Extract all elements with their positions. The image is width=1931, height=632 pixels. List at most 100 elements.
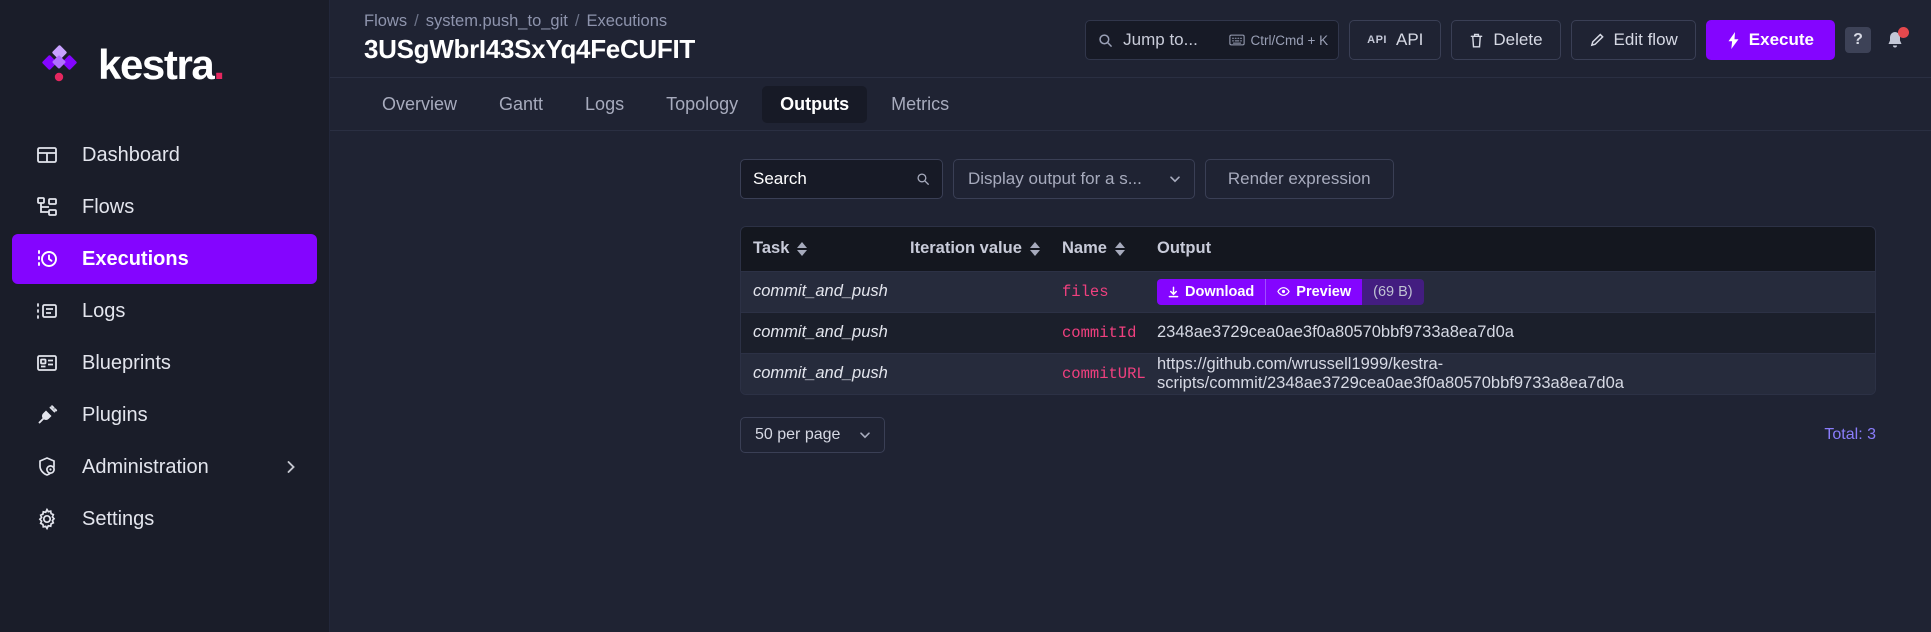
search-icon: [916, 172, 930, 186]
sidebar-item-label: Plugins: [82, 404, 317, 427]
sidebar-item-settings[interactable]: Settings: [12, 494, 317, 544]
sidebar-item-label: Logs: [82, 300, 317, 323]
table-row[interactable]: commit_and_push commitURL https://github…: [741, 353, 1875, 394]
lightning-icon: [1727, 32, 1740, 49]
cell-name: commitURL: [1050, 353, 1145, 394]
cell-output: https://github.com/wrussell1999/kestra-s…: [1145, 353, 1875, 394]
cell-iteration-value: [898, 312, 1050, 353]
chevron-down-icon: [1168, 172, 1182, 186]
column-header-iteration-value-label: Iteration value: [910, 239, 1022, 258]
app-root: kestra. Dashboard Flows: [0, 0, 1931, 632]
title-block: Flows / system.push_to_git / Executions …: [364, 8, 695, 65]
cell-iteration-value: [898, 271, 1050, 312]
table-header-row: Task Iteration value Name: [741, 227, 1875, 271]
total-count-label: Total: 3: [1824, 426, 1876, 444]
delete-button[interactable]: Delete: [1451, 20, 1560, 60]
outputs-table: Task Iteration value Name: [740, 226, 1876, 395]
sort-icon[interactable]: [797, 242, 807, 256]
brand-logo[interactable]: kestra.: [0, 30, 329, 100]
tab-metrics[interactable]: Metrics: [873, 86, 967, 123]
file-size-label: (69 B): [1362, 279, 1424, 305]
column-header-task[interactable]: Task: [741, 227, 898, 271]
render-expression-button[interactable]: Render expression: [1205, 159, 1394, 199]
eye-icon: [1277, 286, 1290, 297]
cell-task: commit_and_push: [741, 271, 898, 312]
execute-button[interactable]: Execute: [1706, 20, 1835, 60]
table-row[interactable]: commit_and_push files: [741, 271, 1875, 312]
download-button[interactable]: Download: [1157, 279, 1266, 305]
sidebar-item-administration[interactable]: Administration: [12, 442, 317, 492]
breadcrumb-separator: /: [575, 12, 580, 31]
sidebar-item-label: Administration: [82, 456, 261, 479]
sidebar-item-executions[interactable]: Executions: [12, 234, 317, 284]
search-icon: [1098, 33, 1113, 48]
preview-button[interactable]: Preview: [1266, 279, 1362, 305]
per-page-select[interactable]: 50 per page: [740, 417, 885, 453]
sidebar-item-dashboard[interactable]: Dashboard: [12, 130, 317, 180]
main-area: Flows / system.push_to_git / Executions …: [330, 0, 1931, 632]
flows-icon: [34, 194, 60, 220]
cell-task: commit_and_push: [741, 353, 898, 394]
shortcut-text: Ctrl/Cmd + K: [1251, 33, 1329, 48]
plugins-icon: [34, 402, 60, 428]
breadcrumb-item-flow[interactable]: system.push_to_git: [426, 12, 568, 31]
display-output-select[interactable]: Display output for a s...: [953, 159, 1195, 199]
pencil-icon: [1589, 32, 1605, 48]
notifications-button[interactable]: [1881, 26, 1909, 54]
column-header-iteration-value[interactable]: Iteration value: [898, 227, 1050, 271]
tab-outputs[interactable]: Outputs: [762, 86, 867, 123]
top-bar-actions: Jump to... Ctrl/Cmd + K API API: [1085, 8, 1909, 60]
brand-dot: .: [213, 41, 223, 88]
logs-icon: [34, 298, 60, 324]
table-footer: 50 per page Total: 3: [740, 417, 1876, 453]
settings-gear-icon: [34, 506, 60, 532]
tab-topology[interactable]: Topology: [648, 86, 756, 123]
jump-to-shortcut: Ctrl/Cmd + K: [1229, 33, 1329, 48]
tab-overview[interactable]: Overview: [364, 86, 475, 123]
api-button[interactable]: API API: [1349, 20, 1441, 60]
column-header-output: Output: [1145, 227, 1875, 271]
breadcrumb-item-flows[interactable]: Flows: [364, 12, 407, 31]
brand-name-text: kestra: [98, 41, 213, 88]
help-button[interactable]: ?: [1845, 27, 1871, 53]
edit-flow-button-label: Edit flow: [1614, 30, 1678, 50]
cell-iteration-value: [898, 353, 1050, 394]
sidebar-item-label: Blueprints: [82, 352, 317, 375]
sidebar-item-label: Flows: [82, 196, 317, 219]
filters-row: Search Display output for a s... Render …: [740, 159, 1876, 199]
edit-flow-button[interactable]: Edit flow: [1571, 20, 1696, 60]
sidebar: kestra. Dashboard Flows: [0, 0, 330, 632]
search-placeholder: Search: [753, 169, 908, 189]
tab-gantt[interactable]: Gantt: [481, 86, 561, 123]
sidebar-item-plugins[interactable]: Plugins: [12, 390, 317, 440]
sidebar-item-flows[interactable]: Flows: [12, 182, 317, 232]
column-header-name-label: Name: [1062, 239, 1107, 258]
content-area: Search Display output for a s... Render …: [330, 131, 1931, 632]
breadcrumb-separator: /: [414, 12, 419, 31]
breadcrumb-item-executions[interactable]: Executions: [586, 12, 667, 31]
column-header-name[interactable]: Name: [1050, 227, 1145, 271]
jump-to-placeholder: Jump to...: [1123, 30, 1218, 50]
sidebar-item-blueprints[interactable]: Blueprints: [12, 338, 317, 388]
table-row[interactable]: commit_and_push commitId 2348ae3729cea0a…: [741, 312, 1875, 353]
search-input[interactable]: Search: [740, 159, 943, 199]
per-page-select-value: 50 per page: [755, 426, 840, 444]
dashboard-icon: [34, 142, 60, 168]
execute-button-label: Execute: [1749, 30, 1814, 50]
cell-name: commitId: [1050, 312, 1145, 353]
sort-icon[interactable]: [1115, 242, 1125, 256]
blueprints-icon: [34, 350, 60, 376]
kestra-logo-icon: [40, 45, 84, 85]
top-bar: Flows / system.push_to_git / Executions …: [330, 0, 1931, 78]
tab-bar: Overview Gantt Logs Topology Outputs Met…: [330, 78, 1931, 131]
sidebar-nav: Dashboard Flows Execut: [0, 130, 329, 544]
cell-name: files: [1050, 271, 1145, 312]
api-button-label: API: [1396, 30, 1423, 50]
sidebar-item-logs[interactable]: Logs: [12, 286, 317, 336]
sidebar-item-label: Dashboard: [82, 144, 317, 167]
sort-icon[interactable]: [1030, 242, 1040, 256]
api-icon: API: [1367, 34, 1387, 46]
tab-logs[interactable]: Logs: [567, 86, 642, 123]
executions-icon: [34, 246, 60, 272]
jump-to-search[interactable]: Jump to... Ctrl/Cmd + K: [1085, 20, 1339, 60]
